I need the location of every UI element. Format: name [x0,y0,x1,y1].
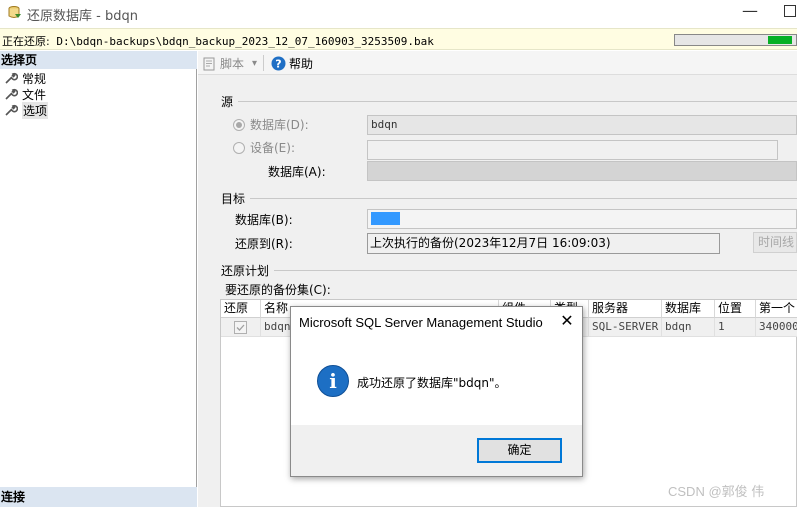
radio-button[interactable] [233,141,245,154]
restore-status-bar: 正在还原: D:\bdqn-backups\bdqn_backup_2023_1… [0,28,797,50]
status-text: 正在还原: D:\bdqn-backups\bdqn_backup_2023_1… [2,33,434,49]
table-cell-position: 1 [715,318,756,337]
sidebar-item-files[interactable]: 文件 [4,86,46,102]
help-button[interactable]: ? 帮助 [271,55,313,72]
sidebar-item-options[interactable]: 选项 [4,101,49,119]
restore-to-label: 还原到(R): [235,237,293,251]
dialog-footer: 确定 [291,425,582,476]
status-label: 正在还原: [2,35,50,48]
toolbar-divider [263,55,264,71]
dialog-message: 成功还原了数据库"bdqn"。 [357,376,507,390]
info-icon: i [317,365,349,397]
script-label: 脚本 [220,57,245,71]
device-database-label: 数据库(A): [268,165,326,179]
section-divider [238,101,797,102]
target-database-value: bdqn [371,212,400,225]
column-header-database[interactable]: 数据库 [662,300,715,318]
toolbar: 脚本 ▾ ? 帮助 [198,51,797,75]
section-divider [274,270,797,271]
database-restore-icon [8,6,21,18]
dialog-title: Microsoft SQL Server Management Studio [299,315,543,330]
close-icon[interactable]: ✕ [557,311,577,331]
restore-plan-section-title: 还原计划 [221,264,270,278]
sidebar-item-general[interactable]: 常规 [4,70,46,86]
help-label: 帮助 [289,57,314,71]
source-device-label: 设备(E): [250,141,295,155]
script-button[interactable]: 脚本 ▾ [202,55,257,72]
target-database-label: 数据库(B): [235,213,293,227]
wrench-icon [5,104,18,116]
success-message-dialog: Microsoft SQL Server Management Studio ✕… [290,306,583,477]
script-icon [203,57,215,70]
source-database-select[interactable]: bdqn [367,115,797,135]
minimize-button[interactable]: — [740,0,760,26]
progress-fill [768,36,792,44]
chevron-down-icon[interactable]: ▾ [252,58,257,69]
source-section-title: 源 [221,95,234,109]
target-section-title: 目标 [221,192,246,206]
checkbox-checked-icon[interactable] [234,321,247,334]
table-cell-database: bdqn [662,318,715,337]
radio-dot [236,121,242,128]
window-title: 还原数据库 - bdqn [27,9,138,24]
connect-header: 连接 [0,487,197,507]
section-divider [250,198,797,199]
sidebar-item-label: 选项 [22,101,49,119]
wrench-icon [5,72,18,84]
select-page-header: 选择页 [0,51,197,69]
column-header-server[interactable]: 服务器 [589,300,662,318]
select-page-panel: 选择页 常规 文件 选项 连接 [0,51,197,507]
column-header-restore[interactable]: 还原 [221,300,261,318]
table-cell-first-lsn: 34000000 [756,318,797,337]
svg-text:?: ? [275,58,281,71]
column-header-first-lsn[interactable]: 第一个 [756,300,797,318]
title-bar: 还原数据库 - bdqn — [0,0,797,28]
source-device-radio[interactable]: 设备(E): [233,139,295,156]
sidebar-item-label: 文件 [22,87,47,102]
source-database-radio[interactable]: 数据库(D): [233,116,309,133]
column-header-position[interactable]: 位置 [715,300,756,318]
device-database-select[interactable] [367,161,797,181]
table-cell-restore[interactable] [221,318,261,337]
table-cell-server: SQL-SERVER [589,318,662,337]
wrench-icon [5,88,18,100]
maximize-button[interactable] [784,5,796,17]
source-device-field[interactable] [367,140,778,160]
watermark: CSDN @郭俊 伟 [668,484,765,499]
source-database-label: 数据库(D): [250,118,309,132]
timeline-button[interactable]: 时间线 [753,232,797,253]
backup-sets-label: 要还原的备份集(C): [225,283,331,297]
progress-bar [674,34,797,46]
target-database-combobox[interactable]: bdqn [367,209,797,229]
radio-button[interactable] [233,118,245,131]
restore-to-field[interactable]: 上次执行的备份(2023年12月7日 16:09:03) [367,233,720,254]
sidebar-item-label: 常规 [22,71,47,86]
ok-button[interactable]: 确定 [477,438,562,463]
status-path: D:\bdqn-backups\bdqn_backup_2023_12_07_1… [56,35,434,48]
help-icon: ? [271,56,286,71]
